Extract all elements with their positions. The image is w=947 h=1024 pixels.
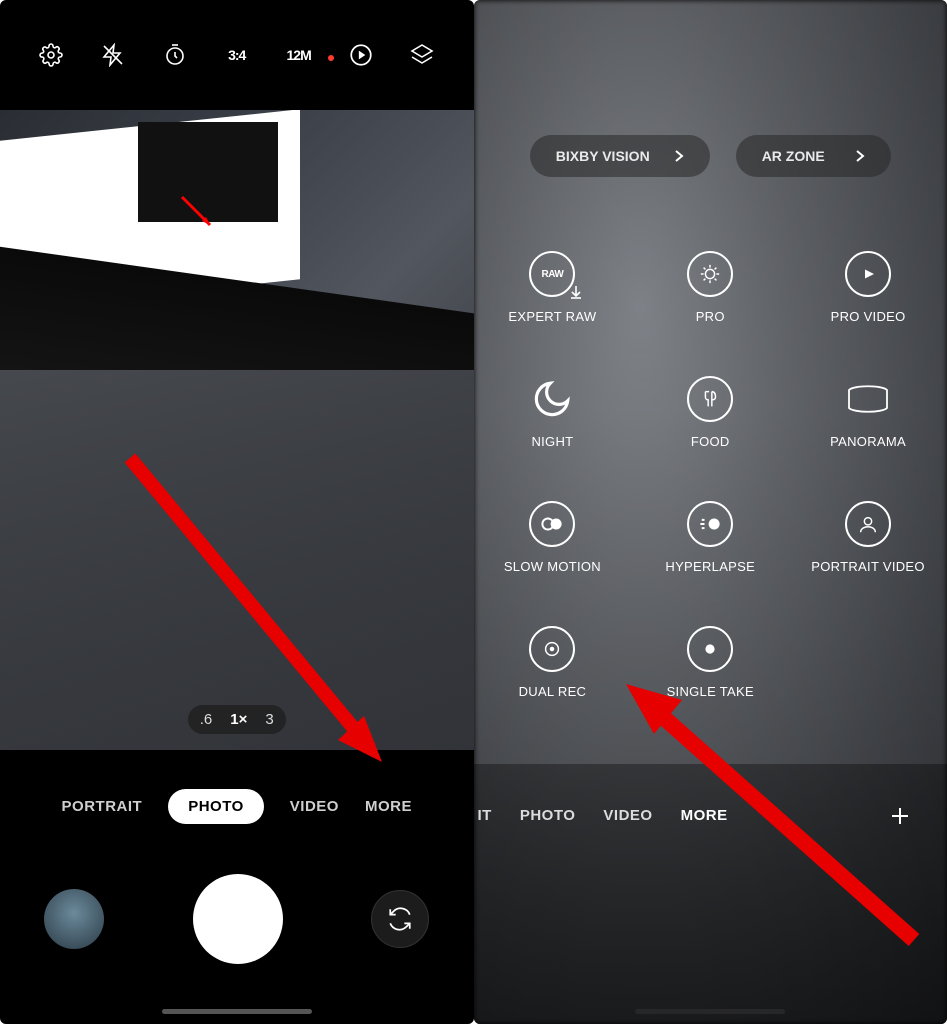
camera-mode-row[interactable]: PORTRAIT PHOTO VIDEO MORE — [0, 789, 474, 824]
chevron-right-icon — [855, 149, 865, 163]
portrait-video-icon — [845, 501, 891, 547]
camera-top-bar: 3:4 12M — [0, 0, 474, 110]
mode-more[interactable]: MORE — [365, 798, 412, 815]
annotation-arrow-dual-rec — [604, 670, 934, 960]
raw-badge-text: RAW — [541, 269, 563, 280]
camera-more-modes-screen: BIXBY VISION AR ZONE RAW EXPERT RAW PRO — [474, 0, 947, 1024]
mode-video[interactable]: VIDEO — [290, 798, 339, 815]
portrait-video-label: PORTRAIT VIDEO — [811, 559, 925, 574]
hyperlapse-label: HYPERLAPSE — [665, 559, 755, 574]
chevron-right-icon — [674, 149, 684, 163]
pro-icon — [687, 251, 733, 297]
mode-pro[interactable]: PRO — [631, 225, 789, 350]
resolution-button[interactable]: 12M — [285, 41, 313, 69]
mode-expert-raw[interactable]: RAW EXPERT RAW — [474, 225, 632, 350]
bixby-vision-button[interactable]: BIXBY VISION — [530, 135, 710, 177]
timer-icon — [163, 43, 187, 67]
tab-it-truncated[interactable]: IT — [478, 807, 492, 824]
mode-photo[interactable]: PHOTO — [168, 789, 264, 824]
mode-panorama[interactable]: PANORAMA — [789, 350, 947, 475]
ar-zone-label: AR ZONE — [762, 148, 825, 164]
motion-photo-button[interactable] — [347, 41, 375, 69]
slow-motion-label: SLOW MOTION — [504, 559, 601, 574]
food-label: FOOD — [691, 434, 730, 449]
bixby-vision-label: BIXBY VISION — [556, 148, 650, 164]
mode-hyperlapse[interactable]: HYPERLAPSE — [631, 475, 789, 600]
dual-rec-icon — [529, 626, 575, 672]
panorama-label: PANORAMA — [830, 434, 906, 449]
hyperlapse-icon — [687, 501, 733, 547]
mode-slow-motion[interactable]: SLOW MOTION — [474, 475, 632, 600]
shutter-button[interactable] — [193, 874, 283, 964]
gear-icon — [39, 43, 63, 67]
single-take-icon — [687, 626, 733, 672]
annotation-arrow-more — [120, 448, 420, 788]
annotation-arrow-small — [180, 195, 220, 235]
gallery-thumbnail[interactable] — [44, 889, 104, 949]
expert-raw-icon: RAW — [529, 251, 575, 297]
tab-photo[interactable]: PHOTO — [520, 807, 576, 824]
pro-video-icon — [845, 251, 891, 297]
mode-food[interactable]: FOOD — [631, 350, 789, 475]
flash-off-icon — [101, 43, 125, 67]
mode-pro-video[interactable]: PRO VIDEO — [789, 225, 947, 350]
timer-button[interactable] — [161, 41, 189, 69]
ar-zone-button[interactable]: AR ZONE — [736, 135, 891, 177]
dual-rec-label: DUAL REC — [519, 684, 587, 699]
slow-motion-icon — [529, 501, 575, 547]
aspect-ratio-button[interactable]: 3:4 — [223, 41, 251, 69]
pro-label: PRO — [696, 309, 725, 324]
mode-portrait[interactable]: PORTRAIT — [62, 798, 143, 815]
mode-portrait-video[interactable]: PORTRAIT VIDEO — [789, 475, 947, 600]
night-label: NIGHT — [531, 434, 573, 449]
camera-main-screen: 3:4 12M .6 1× 3 PORTRAIT PHOTO VIDEO MOR… — [0, 0, 474, 1024]
filters-button[interactable] — [408, 41, 436, 69]
night-icon — [529, 376, 575, 422]
switch-camera-button[interactable] — [371, 890, 429, 948]
settings-button[interactable] — [37, 41, 65, 69]
shutter-row — [0, 874, 474, 964]
top-pill-row: BIXBY VISION AR ZONE — [474, 135, 947, 177]
gesture-bar — [162, 1009, 312, 1014]
mode-night[interactable]: NIGHT — [474, 350, 632, 475]
flash-button[interactable] — [99, 41, 127, 69]
switch-camera-icon — [387, 906, 413, 932]
more-modes-grid: RAW EXPERT RAW PRO PRO VIDEO NIGHT — [474, 225, 947, 744]
motion-photo-icon — [348, 42, 374, 68]
food-icon — [687, 376, 733, 422]
panorama-icon — [845, 376, 891, 422]
layers-icon — [410, 43, 434, 67]
expert-raw-label: EXPERT RAW — [508, 309, 596, 324]
pro-video-label: PRO VIDEO — [831, 309, 906, 324]
